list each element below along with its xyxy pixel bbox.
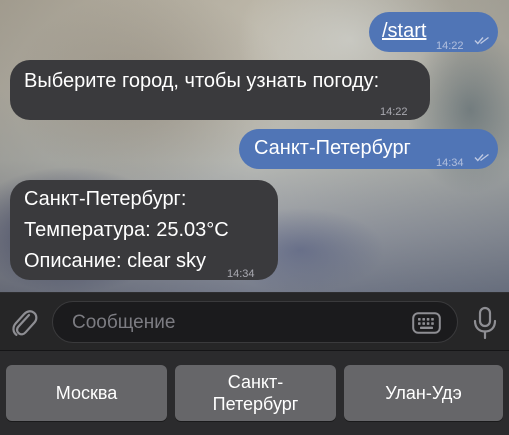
reply-button-label-line2: Петербург	[212, 394, 299, 414]
microphone-icon[interactable]	[472, 306, 498, 340]
message-time: 14:34	[436, 157, 464, 169]
keyboard-icon[interactable]	[412, 312, 441, 334]
reply-button-moscow[interactable]: Москва	[6, 365, 167, 421]
weather-description-line: Описание: clear sky	[24, 250, 207, 272]
reply-button-label: Москва	[55, 383, 118, 403]
message-input-placeholder: Сообщение	[72, 312, 176, 333]
message-text: Выберите город, чтобы узнать погоду:	[24, 70, 380, 92]
read-ticks-icon	[474, 153, 489, 162]
command-link[interactable]: /start	[382, 18, 426, 45]
message-time: 14:34	[227, 268, 255, 280]
reply-button-label: Улан-Удэ	[385, 383, 462, 403]
reply-button-label-line1: Санкт-	[227, 372, 284, 392]
message-outgoing: Санкт-Петербург 14:34	[239, 129, 498, 169]
message-incoming: Выберите город, чтобы узнать погоду: 14:…	[10, 60, 430, 120]
paperclip-icon[interactable]	[9, 306, 39, 338]
message-composer: Сообщение	[0, 292, 509, 350]
weather-temperature-line: Температура: 25.03°C	[24, 219, 229, 241]
reply-keyboard: Москва Санкт- Петербург Улан-Удэ	[0, 350, 509, 435]
message-time: 14:22	[436, 40, 464, 52]
message-text: Санкт-Петербург	[254, 137, 411, 159]
message-time: 14:22	[380, 106, 408, 118]
message-incoming-weather: Санкт-Петербург: Температура: 25.03°C Оп…	[10, 180, 278, 280]
read-ticks-icon	[474, 36, 489, 45]
weather-city-line: Санкт-Петербург:	[24, 188, 187, 210]
message-input[interactable]: Сообщение	[52, 301, 458, 343]
reply-button-ulan-ude[interactable]: Улан-Удэ	[344, 365, 503, 421]
message-outgoing-command[interactable]: /start 14:22	[369, 12, 498, 52]
reply-button-saint-petersburg[interactable]: Санкт- Петербург	[175, 365, 336, 421]
